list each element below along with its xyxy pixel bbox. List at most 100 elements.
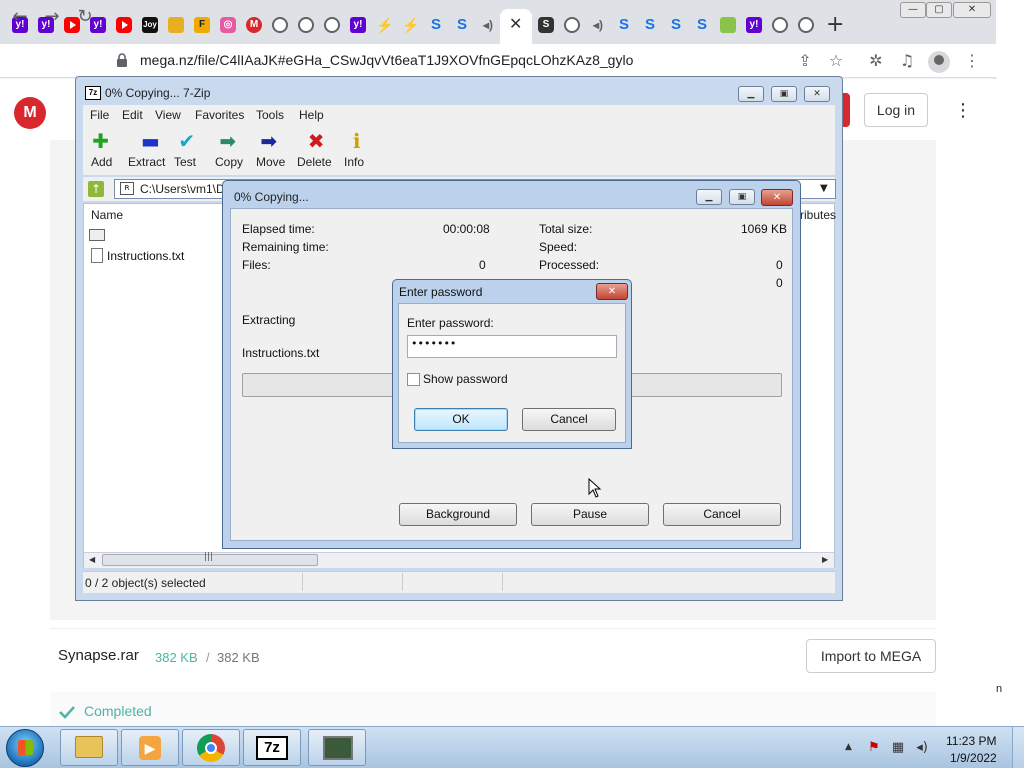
- globe-icon[interactable]: [272, 17, 288, 33]
- show-desktop-button[interactable]: [1012, 727, 1024, 768]
- scribd-icon[interactable]: S: [538, 17, 554, 33]
- network-icon[interactable]: ▦: [890, 740, 906, 756]
- copy-button-label[interactable]: Copy: [215, 155, 243, 169]
- globe-icon[interactable]: [772, 17, 788, 33]
- s-icon[interactable]: S: [616, 17, 632, 33]
- action-center-icon[interactable]: ⚑: [866, 740, 882, 756]
- minimize-button[interactable]: ▁: [738, 86, 764, 102]
- globe-icon[interactable]: [298, 17, 314, 33]
- test-icon[interactable]: ✔: [175, 130, 199, 152]
- tray-expand-icon[interactable]: ▲: [845, 742, 852, 752]
- page-menu-icon[interactable]: ⋮: [954, 100, 972, 121]
- extract-icon[interactable]: ▬: [138, 130, 162, 152]
- s-icon[interactable]: S: [454, 17, 470, 33]
- globe-icon[interactable]: [324, 17, 340, 33]
- start-button[interactable]: [6, 729, 44, 767]
- close-tab-icon[interactable]: ✕: [509, 14, 522, 33]
- s-icon[interactable]: S: [642, 17, 658, 33]
- globe-icon[interactable]: [798, 17, 814, 33]
- scroll-left-icon[interactable]: ◀: [89, 555, 95, 564]
- taskbar-7zip[interactable]: 7z: [243, 729, 301, 766]
- forward-icon[interactable]: →: [40, 6, 64, 30]
- menu-edit[interactable]: Edit: [122, 108, 143, 122]
- globe-icon[interactable]: [564, 17, 580, 33]
- pause-button[interactable]: Pause: [531, 503, 649, 526]
- bookmark-star-icon[interactable]: ☆: [826, 52, 846, 72]
- minimize-button[interactable]: —: [900, 2, 926, 18]
- lock-icon[interactable]: [116, 53, 128, 67]
- yahoo-icon[interactable]: y!: [746, 17, 762, 33]
- reload-icon[interactable]: ↻: [73, 6, 97, 30]
- taskbar-terminal[interactable]: [308, 729, 366, 766]
- maximize-button[interactable]: ▢: [926, 2, 952, 18]
- background-button[interactable]: Background: [399, 503, 517, 526]
- mega-tab-icon[interactable]: M: [246, 17, 262, 33]
- folder-up-icon[interactable]: [89, 229, 105, 241]
- profile-avatar[interactable]: [928, 51, 950, 73]
- minimize-button[interactable]: ▁: [696, 189, 722, 205]
- import-to-mega-button[interactable]: Import to MEGA: [806, 639, 936, 673]
- delete-button-label[interactable]: Delete: [297, 155, 332, 169]
- menu-help[interactable]: Help: [299, 108, 324, 122]
- chrome-menu-icon[interactable]: ⋮: [962, 52, 982, 72]
- bolt-icon[interactable]: ⚡: [376, 17, 393, 33]
- yahoo-icon[interactable]: y!: [350, 17, 366, 33]
- menu-view[interactable]: View: [155, 108, 181, 122]
- delete-icon[interactable]: ✖: [304, 130, 328, 152]
- speaker-icon[interactable]: ◂): [480, 17, 496, 33]
- close-button[interactable]: ✕: [596, 283, 628, 300]
- folder-icon[interactable]: [168, 17, 184, 33]
- ok-button[interactable]: OK: [414, 408, 508, 431]
- speaker-icon[interactable]: ◂): [590, 17, 606, 33]
- login-button[interactable]: Log in: [864, 93, 928, 127]
- cancel-button[interactable]: Cancel: [522, 408, 616, 431]
- mega-logo[interactable]: M: [14, 97, 46, 129]
- info-button-label[interactable]: Info: [344, 155, 364, 169]
- clock-date[interactable]: 1/9/2022: [950, 751, 997, 765]
- back-icon[interactable]: ←: [8, 6, 32, 30]
- password-field[interactable]: •••••••: [407, 335, 617, 358]
- show-password-checkbox[interactable]: [407, 373, 420, 386]
- s-icon[interactable]: S: [428, 17, 444, 33]
- move-icon[interactable]: ➡: [257, 130, 281, 152]
- taskbar-chrome[interactable]: [182, 729, 240, 766]
- close-button[interactable]: ✕: [804, 86, 830, 102]
- show-password-label[interactable]: Show password: [423, 372, 508, 386]
- close-window-button[interactable]: ✕: [953, 2, 991, 18]
- joy-icon[interactable]: Joy: [142, 17, 158, 33]
- cancel-button[interactable]: Cancel: [663, 503, 781, 526]
- clock-time[interactable]: 11:23 PM: [946, 734, 996, 748]
- f-icon[interactable]: F: [194, 17, 210, 33]
- move-button-label[interactable]: Move: [256, 155, 285, 169]
- maximize-button[interactable]: ▣: [729, 189, 755, 205]
- add-icon[interactable]: ✚: [89, 130, 113, 152]
- chevron-down-icon[interactable]: ▼: [820, 183, 828, 194]
- s-icon[interactable]: S: [668, 17, 684, 33]
- info-icon[interactable]: ℹ: [345, 130, 369, 152]
- add-button-label[interactable]: Add: [91, 155, 112, 169]
- extract-button-label[interactable]: Extract: [128, 155, 165, 169]
- s-icon[interactable]: S: [694, 17, 710, 33]
- address-bar[interactable]: mega.nz/file/C4lIAaJK#eGHa_CSwJqvVt6eaT1…: [140, 52, 633, 68]
- menu-file[interactable]: File: [90, 108, 109, 122]
- close-button[interactable]: ✕: [761, 189, 793, 206]
- volume-icon[interactable]: ◂): [914, 740, 930, 756]
- text-file-icon[interactable]: [91, 248, 103, 263]
- menu-favorites[interactable]: Favorites: [195, 108, 244, 122]
- copy-icon[interactable]: ➡: [216, 130, 240, 152]
- bolt-icon[interactable]: ⚡: [402, 17, 419, 33]
- extensions-icon[interactable]: ✲: [866, 52, 886, 72]
- scroll-right-icon[interactable]: ▶: [822, 555, 828, 564]
- menu-tools[interactable]: Tools: [256, 108, 284, 122]
- maximize-button[interactable]: ▣: [771, 86, 797, 102]
- share-icon[interactable]: ⇪: [795, 52, 815, 72]
- image-icon[interactable]: ◎: [220, 17, 236, 33]
- column-header-attributes[interactable]: ributes: [800, 208, 836, 222]
- up-folder-icon[interactable]: ↑: [88, 181, 104, 197]
- new-tab-button[interactable]: +: [826, 12, 844, 37]
- test-button-label[interactable]: Test: [174, 155, 196, 169]
- green-icon[interactable]: [720, 17, 736, 33]
- media-control-icon[interactable]: ♫: [897, 52, 917, 72]
- youtube-icon[interactable]: [116, 17, 132, 33]
- list-item[interactable]: Instructions.txt: [107, 249, 184, 263]
